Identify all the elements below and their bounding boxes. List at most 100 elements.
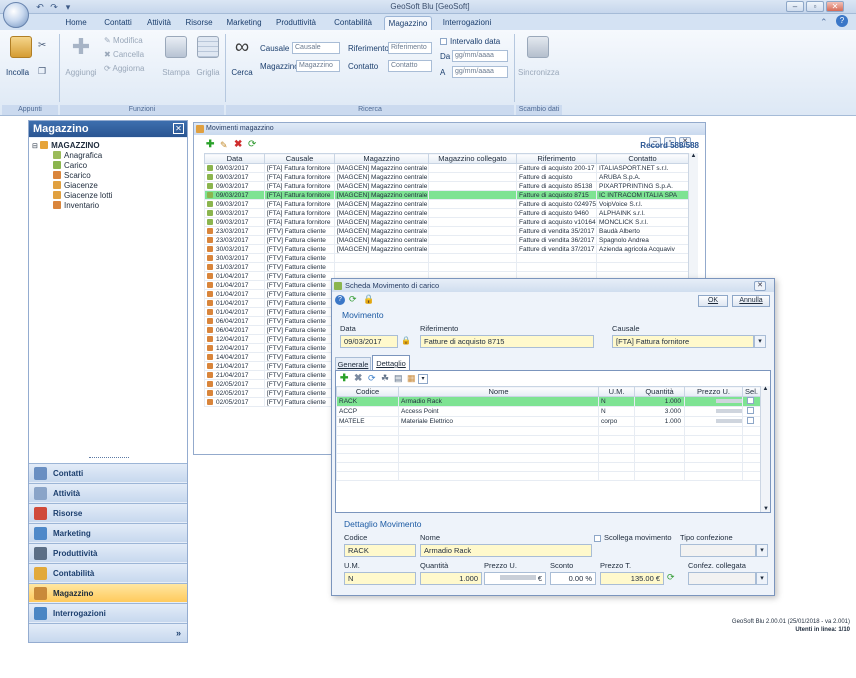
select-checkbox[interactable] [747, 417, 754, 424]
riferimento-field[interactable]: Fatture di acquisto 8715 [420, 335, 594, 348]
column-header[interactable]: Prezzo U. [684, 386, 743, 397]
table-row[interactable]: 09/03/2017 [FTA] Fattura fornitore [MAGCEN… [204, 199, 688, 209]
restore-button[interactable]: ▫ [806, 1, 824, 12]
table-row[interactable]: 30/03/2017 [FTV] Fattura cliente [MAGCEN] … [204, 244, 688, 254]
nav-overflow[interactable]: » [29, 623, 187, 642]
collapse-icon[interactable]: ⊟ [32, 143, 38, 150]
lock-icon[interactable]: 🔒 [363, 294, 374, 305]
line-stock-icon[interactable]: ▦ [407, 373, 416, 384]
scollega-checkbox[interactable] [594, 535, 601, 542]
delete-button[interactable]: ✖ Cancella [104, 50, 144, 59]
add-record-icon[interactable]: ✚ [206, 139, 214, 150]
column-header[interactable]: Quantità [634, 386, 685, 397]
table-row[interactable]: ACCP Access Point N 3.000 [336, 406, 760, 417]
tab-attivita[interactable]: Attività [140, 16, 178, 30]
table-row[interactable]: 09/03/2017 [FTA] Fattura fornitore [MAGCEN… [204, 172, 688, 182]
dettaglio-scrollbar[interactable]: ▲ ▼ [760, 386, 770, 512]
table-row[interactable]: 30/03/2017 [FTV] Fattura cliente [204, 253, 688, 263]
sconto-field[interactable]: 0.00 % [550, 572, 596, 585]
modify-button[interactable]: ✎ Modifica [104, 36, 143, 45]
application-menu-button[interactable] [3, 2, 29, 28]
tab-magazzino[interactable]: Magazzino [384, 16, 432, 30]
help-icon[interactable]: ? [836, 15, 848, 27]
quick-access-dropdown-icon[interactable]: ▾ [62, 2, 74, 12]
causale-field[interactable]: [FTA] Fattura fornitore [612, 335, 754, 348]
table-row[interactable]: 09/03/2017 [FTA] Fattura fornitore [MAGCEN… [204, 190, 688, 200]
nav-produttivita[interactable]: Produttività [29, 543, 187, 562]
cut-icon[interactable]: ✂ [38, 40, 46, 51]
tipo-confezione-field[interactable] [680, 544, 756, 557]
undo-icon[interactable]: ↶ [34, 2, 46, 12]
ribbon-collapse-icon[interactable]: ⌃ [820, 17, 828, 28]
table-row[interactable]: 23/03/2017 [FTV] Fattura cliente [MAGCEN] … [204, 235, 688, 245]
line-refresh-icon[interactable]: ⟳ [368, 373, 376, 384]
add-line-icon[interactable]: ✚ [340, 373, 348, 384]
splitter-grip[interactable] [89, 457, 129, 461]
tree-node-magazzino[interactable]: ⊟ MAGAZZINO [29, 141, 187, 151]
dialog-close-button[interactable]: ✕ [754, 281, 766, 291]
scroll-up-icon[interactable]: ▲ [689, 153, 698, 159]
magazzino-input[interactable]: Magazzino [296, 60, 340, 72]
causale-dropdown-icon[interactable]: ▾ [754, 335, 766, 348]
ok-button[interactable]: OK [698, 295, 728, 307]
table-row[interactable]: 23/03/2017 [FTV] Fattura cliente [MAGCEN] … [204, 226, 688, 236]
print-button[interactable]: Stampa [160, 36, 192, 77]
edit-record-icon[interactable]: ✎ [220, 140, 228, 151]
data-field[interactable]: 09/03/2017 [340, 335, 398, 348]
tree-node-giacenze[interactable]: Giacenze [29, 181, 187, 191]
table-row[interactable]: 09/03/2017 [FTA] Fattura fornitore [MAGCEN… [204, 208, 688, 218]
table-row[interactable]: 31/03/2017 [FTV] Fattura cliente [204, 262, 688, 272]
date-from-input[interactable]: gg/mm/aaaa [452, 50, 508, 62]
tree-node-inventario[interactable]: Inventario [29, 201, 187, 211]
confez-dropdown-icon[interactable]: ▾ [756, 572, 768, 585]
column-header[interactable]: Magazzino collegato [428, 153, 517, 164]
paste-button[interactable]: Incolla [6, 36, 38, 77]
column-header[interactable]: Causale [264, 153, 335, 164]
scroll-up-icon[interactable]: ▲ [761, 386, 770, 392]
column-header[interactable]: Nome [398, 386, 599, 397]
close-panel-icon[interactable]: ✕ [173, 123, 184, 134]
tab-contabilita[interactable]: Contabilità [326, 16, 380, 30]
annulla-button[interactable]: Annulla [732, 295, 770, 307]
nav-attivita[interactable]: Attività [29, 483, 187, 502]
tab-contatti[interactable]: Contatti [98, 16, 138, 30]
tab-risorse[interactable]: Risorse [180, 16, 218, 30]
tab-generale[interactable]: Generale [335, 357, 371, 370]
date-to-input[interactable]: gg/mm/aaaa [452, 66, 508, 78]
grid-button[interactable]: Griglia [193, 36, 223, 77]
column-header[interactable]: Magazzino [334, 153, 429, 164]
column-header[interactable]: U.M. [598, 386, 635, 397]
sync-button[interactable]: Sincronizza [518, 36, 559, 77]
line-print-icon[interactable]: ▤ [394, 373, 403, 384]
riferimento-input[interactable]: Riferimento [388, 42, 432, 54]
quantita-field[interactable]: 1.000 [420, 572, 482, 585]
dialog-refresh-icon[interactable]: ⟳ [349, 294, 357, 305]
prezzo-u-field[interactable]: € [484, 572, 546, 585]
close-button[interactable]: ✕ [826, 1, 844, 12]
codice-field[interactable]: RACK [344, 544, 416, 557]
column-header[interactable]: Data [204, 153, 265, 164]
nav-marketing[interactable]: Marketing [29, 523, 187, 542]
intervallo-checkbox[interactable] [440, 38, 447, 45]
redo-icon[interactable]: ↷ [48, 2, 60, 12]
add-button[interactable]: ✚ Aggiungi [62, 36, 100, 78]
tab-dettaglio[interactable]: Dettaglio [372, 355, 410, 370]
column-header[interactable]: Riferimento [516, 153, 597, 164]
lock-icon[interactable]: 🔒 [401, 336, 411, 345]
refresh-button[interactable]: ⟳ Aggiorna [104, 64, 145, 73]
select-checkbox[interactable] [747, 407, 754, 414]
palette-icon[interactable]: ☘ [381, 373, 389, 384]
nav-contatti[interactable]: Contatti [29, 463, 187, 482]
causale-input[interactable]: Causale [292, 42, 340, 54]
nav-risorse[interactable]: Risorse [29, 503, 187, 522]
table-row[interactable]: RACK Armadio Rack N 1.000 [336, 396, 760, 407]
info-icon[interactable]: ? [335, 295, 345, 305]
tree-node-anagrafica[interactable]: Anagrafica [29, 151, 187, 161]
column-header[interactable]: Sel. [742, 386, 760, 397]
tree-node-carico[interactable]: Carico [29, 161, 187, 171]
um-field[interactable]: N [344, 572, 416, 585]
table-row[interactable]: 09/03/2017 [FTA] Fattura fornitore [MAGCEN… [204, 181, 688, 191]
column-header[interactable]: Codice [336, 386, 399, 397]
copy-icon[interactable]: ❐ [38, 66, 46, 77]
nav-interrogazioni[interactable]: Interrogazioni [29, 603, 187, 622]
